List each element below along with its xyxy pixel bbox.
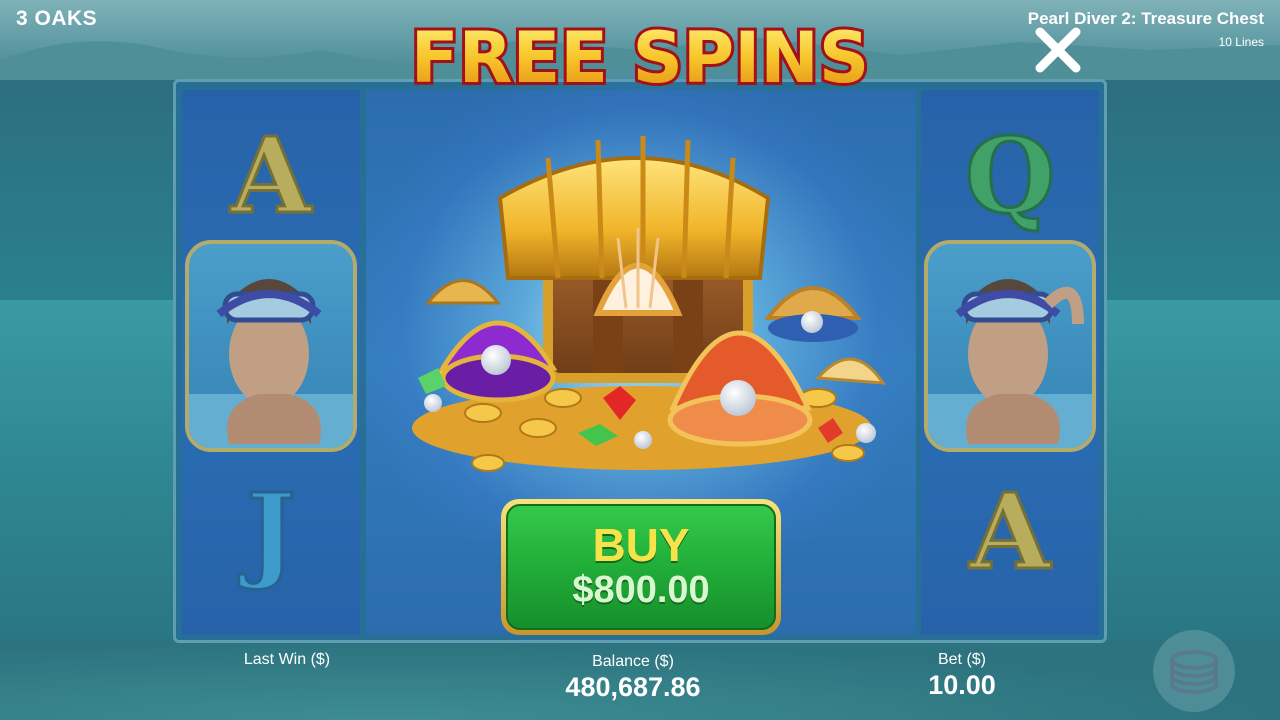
buy-price: $800.00 bbox=[572, 569, 710, 611]
treasure-chest-illustration bbox=[412, 136, 886, 472]
close-icon[interactable] bbox=[1032, 24, 1084, 76]
bet-value[interactable]: 10.00 bbox=[862, 670, 1062, 701]
free-spins-banner: FREE SPINS bbox=[410, 14, 870, 100]
bet-label: Bet ($) bbox=[937, 651, 986, 668]
coin-stack-icon bbox=[1170, 650, 1218, 694]
buy-label: BUY bbox=[592, 519, 690, 571]
provider-logo: 3 OAKS bbox=[16, 7, 98, 30]
balance-value: 480,687.86 bbox=[565, 672, 701, 702]
lines-count: 10 Lines bbox=[1218, 35, 1264, 49]
free-spins-text: FREE SPINS bbox=[411, 17, 870, 99]
last-win-label: Last Win ($) bbox=[243, 651, 331, 668]
balance-label: Balance ($) bbox=[592, 653, 674, 670]
buy-free-spins-button[interactable]: BUY $800.00 bbox=[501, 499, 781, 635]
buy-button-face[interactable]: BUY $800.00 bbox=[506, 504, 776, 630]
bet-settings-button[interactable] bbox=[1153, 630, 1235, 712]
